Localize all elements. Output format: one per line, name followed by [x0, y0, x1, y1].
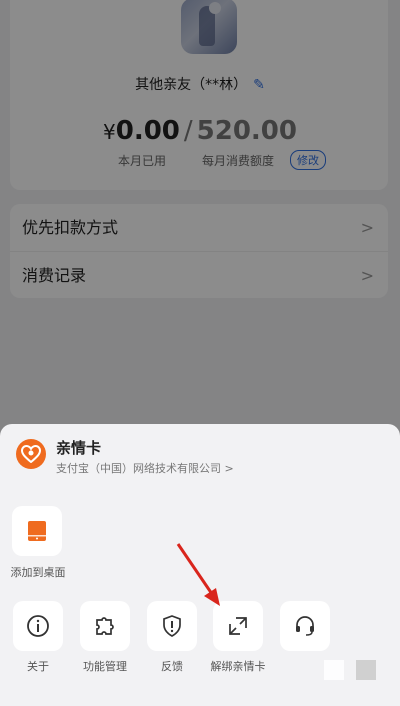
- feature-management-label: 功能管理: [83, 660, 127, 673]
- add-to-desktop-button[interactable]: [12, 506, 62, 556]
- mini-app-provider-link[interactable]: 支付宝（中国）网络技术有限公司 >: [56, 460, 234, 476]
- phone-add-icon: [28, 521, 46, 541]
- mini-app-name: 亲情卡: [56, 439, 102, 457]
- annotation-arrow-icon: [176, 543, 220, 606]
- family-card-logo-icon: [16, 439, 46, 469]
- unbind-family-card-label: 解绑亲情卡: [210, 660, 266, 673]
- about-button[interactable]: [13, 601, 63, 651]
- unlink-icon: [229, 617, 247, 635]
- feedback-label: 反馈: [161, 660, 183, 673]
- watermark-block: [356, 660, 376, 680]
- about-label: 关于: [27, 660, 49, 673]
- shield-alert-icon: [163, 615, 181, 637]
- customer-service-button[interactable]: [280, 601, 330, 651]
- info-icon: [27, 615, 49, 637]
- watermark-block: [324, 660, 344, 680]
- puzzle-icon: [96, 617, 114, 635]
- add-to-desktop-label: 添加到桌面: [10, 566, 66, 579]
- headset-icon: [296, 616, 314, 636]
- feature-management-button[interactable]: [80, 601, 130, 651]
